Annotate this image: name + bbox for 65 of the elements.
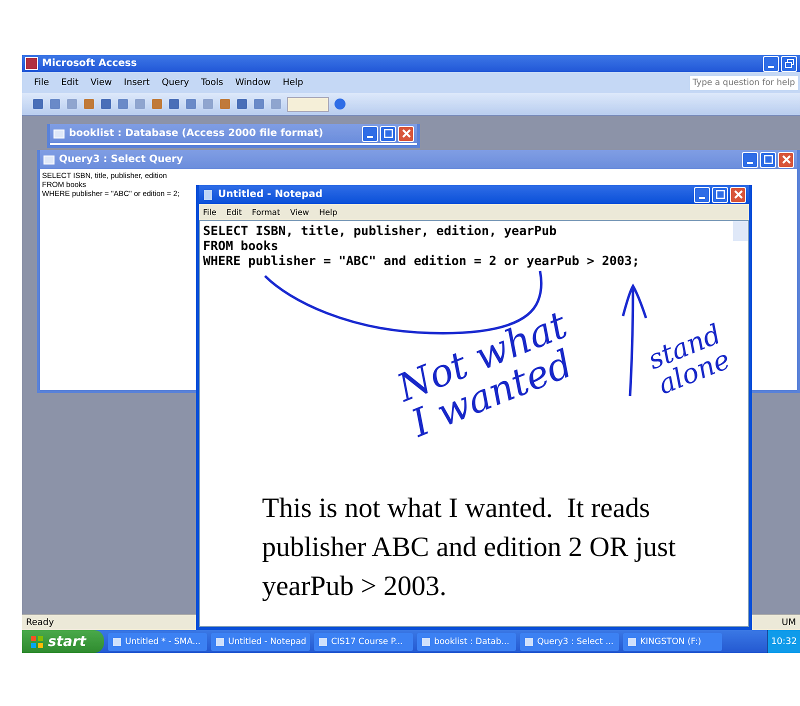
app-icon	[318, 636, 328, 646]
window-title: Query3 : Select Query	[59, 154, 184, 165]
menu-item[interactable]: File	[34, 78, 50, 88]
close-icon	[734, 190, 742, 199]
taskbar-button[interactable]: booklist : Datab...	[417, 632, 516, 650]
menu-item[interactable]: View	[90, 78, 112, 88]
taskbar-button[interactable]: Query3 : Select ...	[520, 632, 620, 650]
app-icon	[215, 636, 226, 646]
menu-item[interactable]: Edit	[61, 78, 78, 88]
menu-item[interactable]: Insert	[124, 78, 150, 88]
close-button[interactable]	[398, 126, 414, 142]
menu-item[interactable]: Help	[319, 208, 338, 216]
status-text: Ready	[26, 618, 54, 628]
window-title: booklist : Database (Access 2000 file format)	[69, 128, 324, 139]
app-icon	[25, 57, 38, 70]
code-line: FROM books	[203, 238, 278, 253]
minimize-icon	[699, 196, 705, 198]
taskbar-button[interactable]: Untitled - Notepad	[211, 632, 310, 650]
minimize-button[interactable]	[694, 186, 710, 202]
caption-text: This is not what I wanted. It reads publisher ABC and edition 2 OR just yearPub > 2003.	[262, 492, 677, 604]
app-icon	[112, 636, 122, 646]
clock-text: 10:32	[771, 636, 797, 646]
maximize-button[interactable]	[712, 186, 728, 202]
window-title: Microsoft Access	[42, 58, 138, 69]
close-button[interactable]	[730, 186, 746, 202]
maximize-button[interactable]	[380, 126, 396, 142]
taskbar-button[interactable]: KINGSTON (F:)	[623, 632, 722, 650]
minimize-icon	[367, 136, 373, 138]
scrollbar[interactable]	[733, 221, 748, 241]
taskbar-button[interactable]: CIS17 Course P...	[314, 632, 414, 650]
notepad-icon	[202, 188, 214, 200]
maximize-button[interactable]	[760, 152, 776, 168]
code-line: WHERE publisher = "ABC" and edition = 2 or yearPub > 2003;	[203, 253, 640, 268]
menu-item[interactable]: View	[290, 208, 310, 216]
menu-item[interactable]: Help	[282, 78, 304, 88]
restore-icon	[784, 59, 794, 68]
maximize-icon	[764, 155, 772, 164]
minimize-button[interactable]	[742, 152, 758, 168]
menu-item[interactable]: Query	[162, 78, 190, 88]
app-icon	[421, 636, 432, 646]
menu-item[interactable]: File	[203, 208, 216, 216]
help-search-field[interactable]: Type a question for help	[690, 76, 798, 90]
menu-item[interactable]: Tools	[201, 78, 224, 88]
maximize-icon	[384, 129, 392, 138]
start-button[interactable]: start	[22, 630, 104, 653]
minimize-icon	[768, 66, 774, 68]
close-icon	[402, 129, 410, 138]
app-icon	[524, 636, 534, 646]
minimize-button[interactable]	[763, 56, 779, 72]
close-icon	[782, 155, 790, 164]
dropdown-field[interactable]	[287, 96, 329, 112]
minimize-button[interactable]	[362, 126, 378, 142]
close-button[interactable]	[778, 152, 794, 168]
windows-flag-icon	[30, 634, 44, 648]
maximize-icon	[716, 190, 724, 199]
minimize-icon	[747, 162, 753, 164]
menu-item[interactable]: Window	[235, 78, 271, 88]
menu-item[interactable]: Edit	[226, 208, 242, 216]
code-line: SELECT ISBN, title, publisher, edition, yearPub	[203, 223, 557, 238]
status-text: UM	[782, 618, 796, 628]
taskbar-button[interactable]: Untitled * - SMA...	[108, 632, 208, 650]
window-title: Untitled - Notepad	[218, 189, 324, 200]
menu-item[interactable]: Format	[252, 208, 280, 216]
restore-button[interactable]	[781, 56, 797, 72]
app-icon	[627, 636, 638, 646]
